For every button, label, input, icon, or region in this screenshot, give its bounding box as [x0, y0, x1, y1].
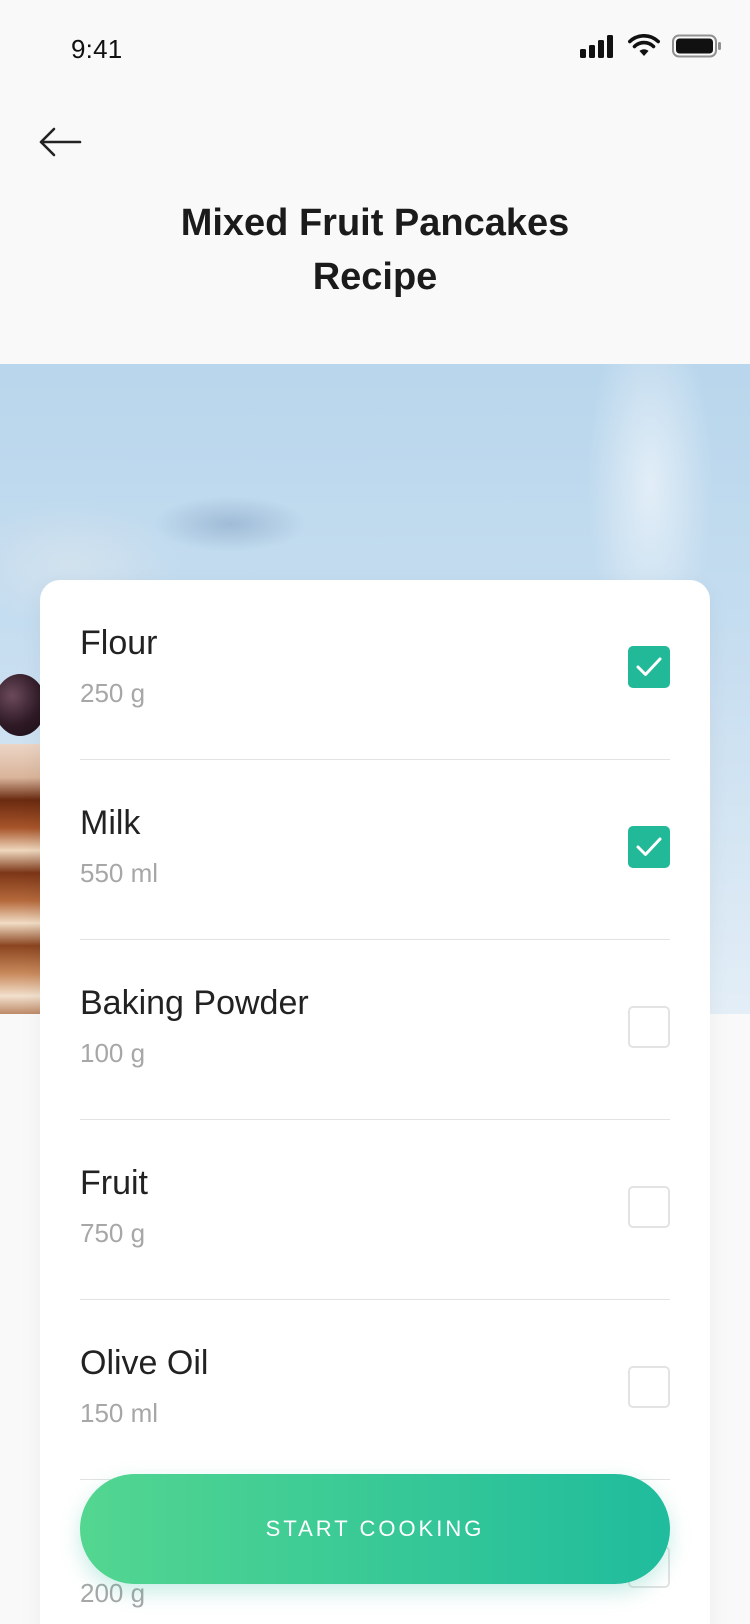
ingredient-name: Flour	[80, 624, 158, 662]
page-title-line-1: Mixed Fruit Pancakes	[180, 202, 570, 244]
back-button[interactable]	[32, 118, 88, 166]
ingredient-checkbox[interactable]	[628, 1186, 670, 1228]
ingredient-name: Fruit	[80, 1164, 148, 1202]
page-title: Mixed Fruit Pancakes Recipe	[0, 196, 750, 304]
wifi-icon	[628, 34, 660, 56]
ingredient-name: Baking Powder	[80, 984, 309, 1022]
ingredient-row-milk[interactable]: Milk 550 ml	[80, 760, 670, 940]
pancake-layers	[0, 744, 40, 1014]
status-time: 9:41	[71, 34, 123, 64]
ingredient-row-fruit[interactable]: Fruit 750 g	[80, 1120, 670, 1300]
ingredient-checkbox[interactable]	[628, 1366, 670, 1408]
ingredient-name: Milk	[80, 804, 141, 842]
ingredient-quantity: 150 ml	[80, 1398, 159, 1428]
status-bar: 9:41	[0, 0, 750, 96]
page-title-line-2: Recipe	[312, 256, 438, 298]
ingredient-row-flour[interactable]: Flour 250 g	[80, 580, 670, 760]
checkmark-icon	[636, 837, 662, 856]
ingredients-card: Flour 250 g Milk 550 ml Baking Powder 10…	[40, 580, 710, 1624]
checkmark-icon	[636, 657, 662, 676]
ingredient-row-baking-powder[interactable]: Baking Powder 100 g	[80, 940, 670, 1120]
ingredient-checkbox[interactable]	[628, 646, 670, 688]
ingredient-quantity: 550 ml	[80, 858, 159, 888]
ingredient-checkbox[interactable]	[628, 826, 670, 868]
battery-icon	[672, 34, 721, 58]
ingredient-quantity: 750 g	[80, 1218, 146, 1248]
status-icons	[580, 34, 722, 58]
ingredient-name: Olive Oil	[80, 1344, 209, 1382]
ingredient-quantity: 250 g	[80, 678, 146, 708]
ingredient-checkbox[interactable]	[628, 1006, 670, 1048]
ingredient-row-olive-oil[interactable]: Olive Oil 150 ml	[80, 1300, 670, 1480]
ingredient-quantity: 100 g	[80, 1038, 146, 1068]
arrow-left-icon	[39, 127, 82, 157]
signal-icon	[580, 35, 613, 58]
start-cooking-button[interactable]: START COOKING	[80, 1474, 670, 1584]
